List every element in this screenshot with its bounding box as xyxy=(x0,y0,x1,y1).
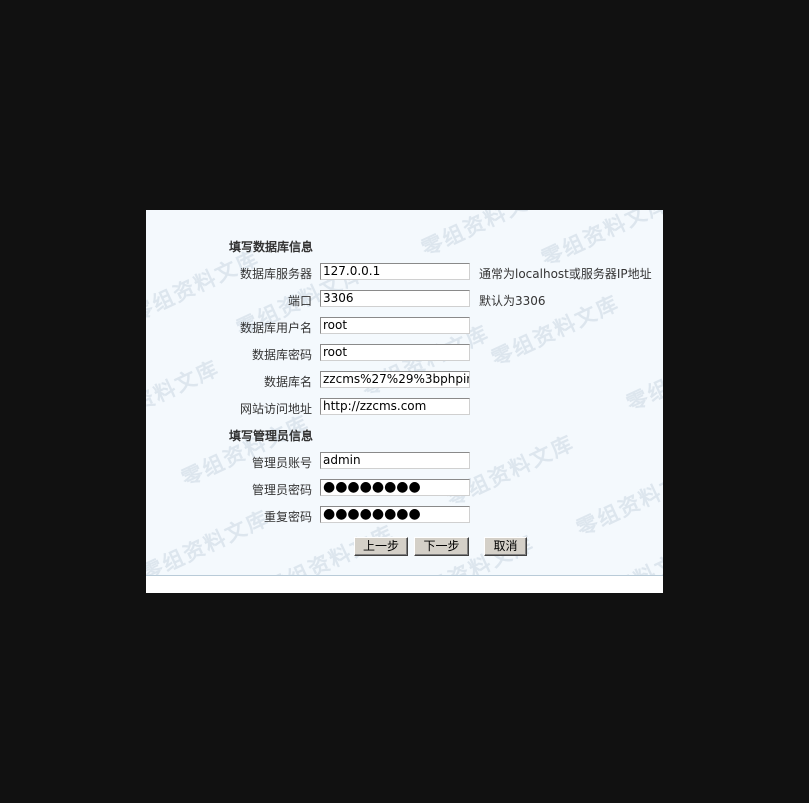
db-port-label: 端口 xyxy=(287,294,312,308)
db-port-input[interactable]: 3306 xyxy=(320,290,470,307)
watermark-text: 零组资料文库 xyxy=(146,245,264,326)
section-title-database: 填写数据库信息 xyxy=(229,240,314,254)
install-form-panel: 零组资料文库 零组资料文库 零组资料文库 零组资料文库 零组资料文库 零组资料文… xyxy=(146,210,663,593)
db-user-label: 数据库用户名 xyxy=(239,321,312,335)
db-server-input[interactable]: 127.0.0.1 xyxy=(320,263,470,280)
db-name-label: 数据库名 xyxy=(263,375,312,389)
db-server-hint: 通常为localhost或服务器IP地址 xyxy=(479,267,652,281)
watermark-text: 零组资料文库 xyxy=(537,210,663,271)
admin-password-label: 管理员密码 xyxy=(251,483,312,497)
footer-area xyxy=(146,576,663,593)
db-name-input[interactable]: zzcms%27%29%3bphpinfo xyxy=(320,371,470,388)
repeat-password-label: 重复密码 xyxy=(263,510,312,524)
watermark-text: 零组资料文库 xyxy=(622,335,663,416)
admin-password-input[interactable]: ●●●●●●●● xyxy=(320,479,470,496)
cancel-button[interactable]: 取消 xyxy=(484,537,527,556)
watermark-text: 零组资料文库 xyxy=(177,410,314,491)
admin-account-label: 管理员账号 xyxy=(251,456,312,470)
site-url-label: 网站访问地址 xyxy=(239,402,312,416)
section-title-admin: 填写管理员信息 xyxy=(229,429,314,443)
site-url-input[interactable]: http://zzcms.com xyxy=(320,398,470,415)
next-step-button[interactable]: 下一步 xyxy=(414,537,469,556)
watermark-text: 零组资料文库 xyxy=(146,355,224,436)
watermark-text: 零组资料文库 xyxy=(417,210,554,261)
db-password-input[interactable]: root xyxy=(320,344,470,361)
admin-account-input[interactable]: admin xyxy=(320,452,470,469)
db-server-label: 数据库服务器 xyxy=(239,267,312,281)
watermark-text: 零组资料文库 xyxy=(442,430,579,511)
db-user-input[interactable]: root xyxy=(320,317,470,334)
db-port-hint: 默认为3306 xyxy=(479,294,546,308)
prev-step-button[interactable]: 上一步 xyxy=(354,537,408,556)
watermark-text: 零组资料文库 xyxy=(572,460,663,541)
db-password-label: 数据库密码 xyxy=(251,348,312,362)
repeat-password-input[interactable]: ●●●●●●●● xyxy=(320,506,470,523)
